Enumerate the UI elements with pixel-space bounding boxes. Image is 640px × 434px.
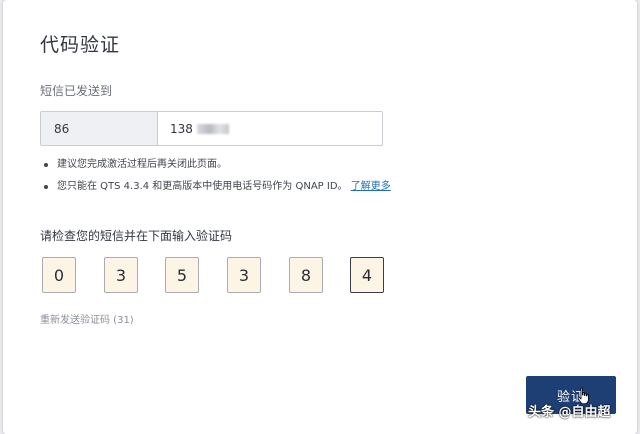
sms-sent-label: 短信已发送到 (40, 84, 113, 98)
verification-code-inputs: 0 3 5 3 8 4 (42, 257, 385, 293)
code-digit-input-1[interactable]: 0 (42, 257, 76, 293)
notes-list: 建议您完成激活过程后再关闭此页面。 您只能在 QTS 4.3.4 和更高版本中使… (44, 157, 464, 201)
phone-number-display: 86 138 (40, 111, 383, 146)
redacted-number (196, 123, 229, 134)
resend-code-countdown: 重新发送验证码 (31) (40, 315, 134, 326)
phone-number-prefix: 138 (170, 121, 193, 136)
note-text: 您只能在 QTS 4.3.4 和更高版本中使用电话号码作为 QNAP ID。 (57, 181, 348, 192)
code-digit-input-3[interactable]: 5 (165, 257, 199, 293)
code-digit-input-5[interactable]: 8 (289, 257, 323, 293)
note-item: 您只能在 QTS 4.3.4 和更高版本中使用电话号码作为 QNAP ID。 了… (44, 179, 464, 201)
dialog-title: 代码验证 (40, 34, 121, 56)
bullet-icon (44, 163, 48, 167)
watermark-text: 头条 @自由超 (528, 405, 611, 420)
bullet-icon (44, 185, 48, 189)
code-digit-input-2[interactable]: 3 (104, 257, 138, 293)
enter-code-label: 请检查您的短信并在下面输入验证码 (40, 229, 233, 243)
note-item: 建议您完成激活过程后再关闭此页面。 (44, 157, 464, 179)
phone-number-field: 138 (158, 112, 382, 145)
code-digit-input-6[interactable]: 4 (350, 257, 384, 293)
note-text: 建议您完成激活过程后再关闭此页面。 (57, 159, 227, 170)
code-verification-dialog: 代码验证 短信已发送到 86 138 建议您完成激活过程后再关闭此页面。 您只能… (3, 0, 637, 434)
code-digit-input-4[interactable]: 3 (227, 257, 261, 293)
country-code-field: 86 (41, 112, 158, 145)
learn-more-link[interactable]: 了解更多 (351, 181, 391, 192)
